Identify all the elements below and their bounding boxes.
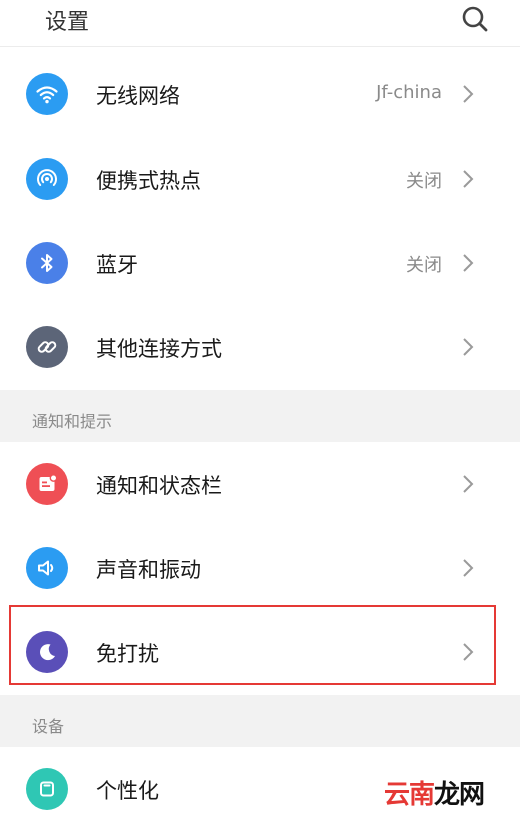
section-header-device: 设备 bbox=[0, 695, 520, 747]
settings-item-label: 免打扰 bbox=[96, 642, 159, 666]
link-icon bbox=[26, 326, 68, 368]
settings-item-hotspot[interactable]: 便携式热点 关闭 bbox=[0, 137, 520, 221]
section-header-notifications: 通知和提示 bbox=[0, 390, 520, 442]
moon-icon bbox=[26, 631, 68, 673]
settings-item-wifi[interactable]: 无线网络 Jf-china bbox=[0, 52, 520, 136]
settings-item-label: 声音和振动 bbox=[96, 558, 201, 582]
section-title: 设备 bbox=[32, 717, 65, 736]
search-icon[interactable] bbox=[460, 4, 490, 34]
settings-item-label: 无线网络 bbox=[96, 84, 180, 108]
speaker-icon bbox=[26, 547, 68, 589]
settings-item-sound[interactable]: 声音和振动 bbox=[0, 526, 520, 610]
settings-item-label: 蓝牙 bbox=[96, 253, 138, 277]
notification-icon bbox=[26, 463, 68, 505]
app-header: 设置 bbox=[0, 0, 520, 47]
settings-item-other-connections[interactable]: 其他连接方式 bbox=[0, 305, 520, 389]
chevron-right-icon bbox=[463, 170, 474, 188]
settings-item-bluetooth[interactable]: 蓝牙 关闭 bbox=[0, 221, 520, 305]
hotspot-status: 关闭 bbox=[406, 171, 442, 192]
wifi-icon bbox=[26, 73, 68, 115]
wifi-network-name: Jf-china bbox=[376, 82, 442, 103]
personalize-icon bbox=[26, 768, 68, 810]
watermark-logo: 云南龙网 bbox=[384, 780, 485, 810]
section-title: 通知和提示 bbox=[32, 412, 113, 431]
settings-item-notifications[interactable]: 通知和状态栏 bbox=[0, 442, 520, 526]
bluetooth-icon bbox=[26, 242, 68, 284]
page-title: 设置 bbox=[45, 10, 90, 35]
hotspot-icon bbox=[26, 158, 68, 200]
chevron-right-icon bbox=[463, 338, 474, 356]
chevron-right-icon bbox=[463, 559, 474, 577]
settings-item-label: 其他连接方式 bbox=[96, 337, 222, 361]
chevron-right-icon bbox=[463, 254, 474, 272]
settings-item-label: 便携式热点 bbox=[96, 169, 201, 193]
bluetooth-status: 关闭 bbox=[406, 255, 442, 276]
chevron-right-icon bbox=[463, 475, 474, 493]
chevron-right-icon bbox=[463, 85, 474, 103]
settings-item-do-not-disturb[interactable]: 免打扰 bbox=[0, 610, 520, 694]
settings-item-label: 个性化 bbox=[96, 779, 159, 803]
chevron-right-icon bbox=[463, 643, 474, 661]
settings-item-label: 通知和状态栏 bbox=[96, 474, 222, 498]
